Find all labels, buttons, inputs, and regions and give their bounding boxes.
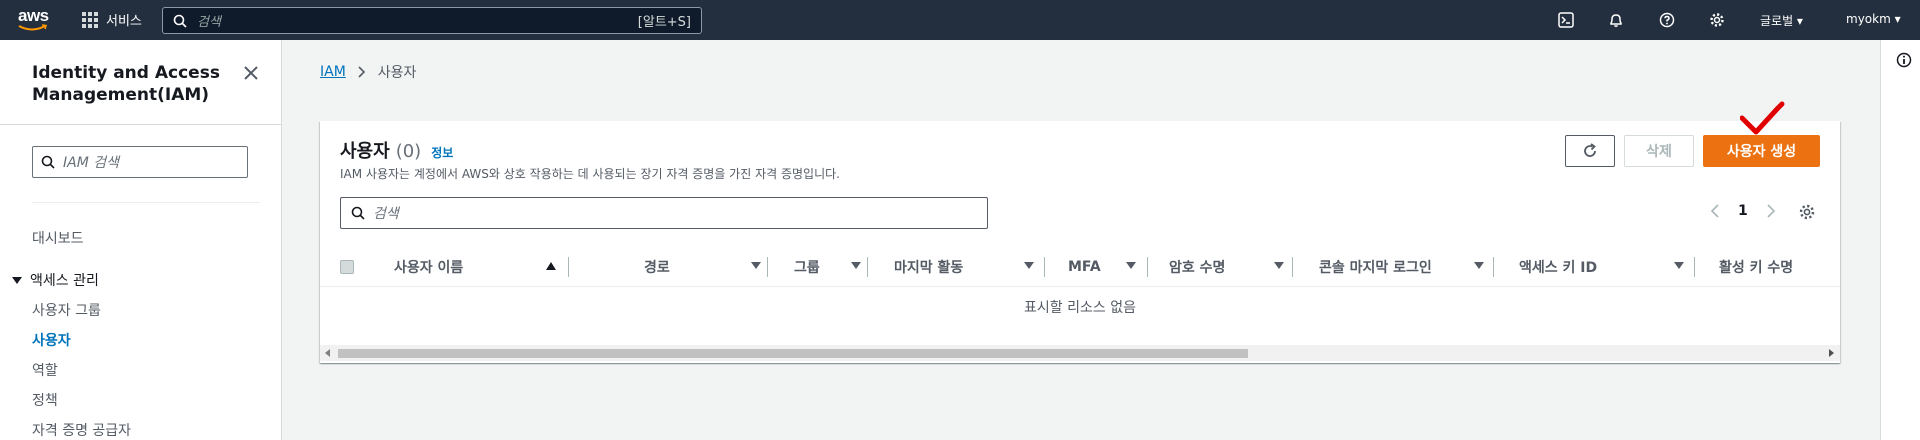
sidebar-item-user-groups[interactable]: 사용자 그룹 xyxy=(32,300,101,320)
search-icon xyxy=(351,206,365,220)
search-shortcut-hint: [알트+S] xyxy=(637,15,691,30)
section-label: 액세스 관리 xyxy=(30,273,99,289)
chevron-right-icon[interactable] xyxy=(1766,204,1776,218)
iam-search-placeholder: IAM 검색 xyxy=(63,155,119,171)
caret-down-icon xyxy=(12,277,22,284)
right-tools-rail xyxy=(1880,40,1920,440)
users-search-placeholder: 검색 xyxy=(373,206,399,222)
sort-icon xyxy=(751,262,761,269)
users-table-panel: 사용자 (0) 정보 IAM 사용자는 계정에서 AWS와 상호 작용하는 데 … xyxy=(320,121,1840,363)
sort-icon xyxy=(1474,262,1484,269)
aws-logo[interactable]: aws xyxy=(18,6,50,34)
panel-title-text: 사용자 xyxy=(340,141,390,162)
scrollbar-thumb[interactable] xyxy=(338,349,1248,358)
breadcrumb-current: 사용자 xyxy=(377,65,417,81)
column-header-mfa[interactable]: MFA xyxy=(1068,247,1168,287)
sort-icon xyxy=(1674,262,1684,269)
grid-icon xyxy=(82,11,98,28)
sort-icon xyxy=(1024,262,1034,269)
pagination: 1 xyxy=(1710,203,1776,219)
help-icon[interactable] xyxy=(1657,10,1677,30)
column-header-console-last-sign-in[interactable]: 콘솔 마지막 로그인 xyxy=(1319,247,1519,287)
panel-description: IAM 사용자는 계정에서 AWS와 상호 작용하는 데 사용되는 장기 자격 … xyxy=(340,167,840,181)
settings-gear-icon[interactable] xyxy=(1707,10,1727,30)
chevron-left-icon[interactable] xyxy=(1710,204,1720,218)
column-header-active-key-age[interactable]: 활성 키 수명 xyxy=(1719,247,1840,287)
breadcrumb: IAM 사용자 xyxy=(320,62,416,82)
side-navigation: Identity and Access Management(IAM) IAM … xyxy=(0,40,282,440)
sidenav-title: Identity and Access Management(IAM) xyxy=(32,63,220,105)
table-header-row: 사용자 이름 경로 그룹 마지막 활동 MFA 암호 수명 콘솔 마지막 로그인… xyxy=(320,247,1840,287)
sidebar-item-identity-providers[interactable]: 자격 증명 공급자 xyxy=(32,420,131,440)
create-user-button[interactable]: 사용자 생성 xyxy=(1703,135,1820,167)
notifications-bell-icon[interactable] xyxy=(1606,10,1626,30)
select-all-checkbox[interactable] xyxy=(340,260,354,274)
iam-search-input[interactable]: IAM 검색 xyxy=(32,146,248,178)
refresh-icon xyxy=(1584,143,1596,157)
table-preferences-gear-icon[interactable] xyxy=(1798,203,1818,223)
column-header-last-activity[interactable]: 마지막 활동 xyxy=(894,247,1072,287)
top-navigation-bar: aws 서비스 검색 [알트+S] 글로벌 ▾ myokm ▾ xyxy=(0,0,1920,40)
services-label: 서비스 xyxy=(106,14,142,29)
checkmark-annotation-icon xyxy=(1740,101,1785,135)
sidebar-item-dashboard[interactable]: 대시보드 xyxy=(32,228,84,248)
sidebar-item-policies[interactable]: 정책 xyxy=(32,390,58,410)
refresh-button[interactable] xyxy=(1565,135,1615,167)
panel-title: 사용자 (0) 정보 xyxy=(340,137,453,163)
cloudshell-icon[interactable] xyxy=(1556,10,1576,30)
column-header-password-age[interactable]: 암호 수명 xyxy=(1169,247,1319,287)
empty-table-message: 표시할 리소스 없음 xyxy=(1024,300,1136,316)
sort-icon xyxy=(1126,262,1136,269)
horizontal-scrollbar[interactable] xyxy=(320,345,1840,361)
column-header-path[interactable]: 경로 xyxy=(644,247,794,287)
chevron-right-icon xyxy=(358,66,365,78)
info-link[interactable]: 정보 xyxy=(431,144,453,161)
sort-ascending-icon xyxy=(546,262,556,270)
column-header-access-key-id[interactable]: 액세스 키 ID xyxy=(1519,247,1719,287)
breadcrumb-iam-link[interactable]: IAM xyxy=(320,64,346,80)
global-search-input[interactable]: 검색 [알트+S] xyxy=(162,7,702,34)
sort-icon xyxy=(851,262,861,269)
region-selector[interactable]: 글로벌 ▾ xyxy=(1760,12,1803,29)
info-icon[interactable] xyxy=(1896,52,1912,68)
close-icon[interactable] xyxy=(240,62,262,84)
sidebar-item-users[interactable]: 사용자 xyxy=(32,330,71,350)
account-menu[interactable]: myokm ▾ xyxy=(1846,12,1901,26)
users-search-input[interactable]: 검색 xyxy=(340,197,988,229)
page-number[interactable]: 1 xyxy=(1738,203,1748,219)
search-icon xyxy=(41,155,55,169)
sidebar-section-access-management[interactable]: 액세스 관리 xyxy=(12,270,99,290)
divider xyxy=(0,124,281,125)
services-menu-button[interactable]: 서비스 xyxy=(82,10,142,29)
column-header-groups[interactable]: 그룹 xyxy=(794,247,894,287)
scroll-left-arrow-icon[interactable] xyxy=(325,349,330,357)
search-icon xyxy=(173,14,187,28)
sidebar-item-roles[interactable]: 역할 xyxy=(32,360,58,380)
delete-button[interactable]: 삭제 xyxy=(1624,135,1694,167)
sort-icon xyxy=(1274,262,1284,269)
aws-smile-icon xyxy=(18,24,48,31)
column-header-user-name[interactable]: 사용자 이름 xyxy=(394,247,570,287)
divider xyxy=(32,202,260,203)
scroll-right-arrow-icon[interactable] xyxy=(1829,349,1834,357)
user-count: (0) xyxy=(395,141,422,162)
global-search-placeholder: 검색 xyxy=(197,15,221,30)
